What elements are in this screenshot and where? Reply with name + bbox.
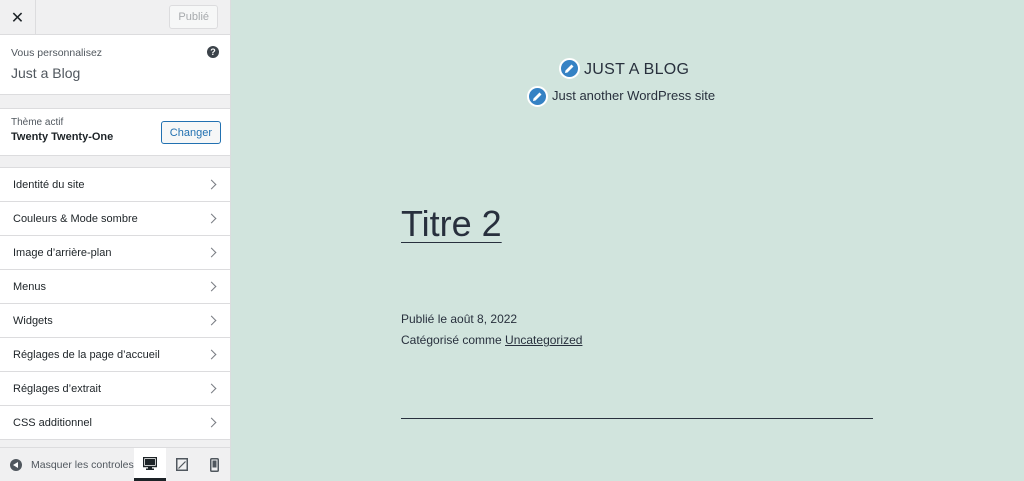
post-title[interactable]: Titre 2 bbox=[401, 203, 502, 245]
site-preview: JUST A BLOG Just another WordPress site … bbox=[231, 0, 1024, 481]
menu-item-homepage-settings[interactable]: Réglages de la page d’accueil bbox=[0, 338, 230, 372]
chevron-right-icon bbox=[206, 281, 217, 292]
hide-controls-label: Masquer les controles bbox=[31, 458, 134, 471]
chevron-right-icon bbox=[206, 179, 217, 190]
chevron-right-icon bbox=[206, 383, 217, 394]
menu-item-label: Image d’arrière-plan bbox=[13, 246, 112, 259]
chevron-right-icon bbox=[206, 213, 217, 224]
close-button[interactable]: ✕ bbox=[0, 0, 36, 35]
hide-controls-button[interactable]: Masquer les controles bbox=[0, 448, 134, 481]
mobile-icon bbox=[209, 457, 219, 472]
menu-item-label: Réglages d’extrait bbox=[13, 382, 102, 395]
post-category: Catégorisé comme Uncategorized bbox=[401, 333, 582, 347]
menu-item-excerpt-settings[interactable]: Réglages d’extrait bbox=[0, 372, 230, 406]
menu-item-label: Couleurs & Mode sombre bbox=[13, 212, 138, 225]
desktop-icon bbox=[143, 456, 157, 470]
menu-item-label: CSS additionnel bbox=[13, 416, 92, 429]
site-name: Just a Blog bbox=[11, 65, 81, 81]
category-prefix: Catégorisé comme bbox=[401, 333, 506, 347]
change-theme-button[interactable]: Changer bbox=[160, 121, 221, 144]
menu-item-colors[interactable]: Couleurs & Mode sombre bbox=[0, 202, 230, 236]
edit-site-description-pencil-icon[interactable] bbox=[527, 86, 548, 107]
menu-item-label: Identité du site bbox=[13, 178, 85, 191]
post-date: Publié le août 8, 2022 bbox=[401, 312, 518, 326]
site-description: Just another WordPress site bbox=[552, 88, 716, 103]
menu-item-label: Widgets bbox=[13, 314, 53, 327]
customizer-header: ✕ Publié bbox=[0, 0, 230, 35]
tablet-icon bbox=[176, 458, 188, 471]
menu-item-background-image[interactable]: Image d’arrière-plan bbox=[0, 236, 230, 270]
menu-item-site-identity[interactable]: Identité du site bbox=[0, 168, 230, 202]
menu-item-label: Menus bbox=[13, 280, 47, 293]
active-theme-section: Thème actif Twenty Twenty-One Changer bbox=[0, 108, 230, 156]
chevron-right-icon bbox=[206, 315, 217, 326]
menu-item-widgets[interactable]: Widgets bbox=[0, 304, 230, 338]
chevron-right-icon bbox=[206, 247, 217, 258]
menu-item-menus[interactable]: Menus bbox=[0, 270, 230, 304]
chevron-right-icon bbox=[206, 349, 217, 360]
customizer-menu: Identité du site Couleurs & Mode sombre … bbox=[0, 167, 230, 440]
edit-site-title-pencil-icon[interactable] bbox=[559, 58, 580, 79]
desktop-preview-button[interactable] bbox=[134, 448, 166, 481]
help-icon[interactable]: ? bbox=[207, 46, 219, 58]
separator bbox=[401, 418, 873, 419]
collapse-arrow-icon bbox=[10, 458, 22, 471]
publish-button[interactable]: Publié bbox=[169, 5, 218, 29]
site-title[interactable]: JUST A BLOG bbox=[584, 61, 689, 79]
category-link[interactable]: Uncategorized bbox=[505, 333, 582, 347]
menu-item-label: Réglages de la page d’accueil bbox=[13, 348, 160, 361]
tablet-preview-button[interactable] bbox=[166, 448, 198, 481]
mobile-preview-button[interactable] bbox=[198, 448, 230, 481]
customizer-sidebar: ✕ Publié Vous personnalisez Just a Blog … bbox=[0, 0, 231, 481]
menu-item-additional-css[interactable]: CSS additionnel bbox=[0, 406, 230, 440]
customizing-label: Vous personnalisez bbox=[11, 47, 103, 59]
customizing-info: Vous personnalisez Just a Blog ? bbox=[0, 35, 230, 95]
chevron-right-icon bbox=[206, 417, 217, 428]
customizer-footer: Masquer les controles bbox=[0, 447, 230, 481]
